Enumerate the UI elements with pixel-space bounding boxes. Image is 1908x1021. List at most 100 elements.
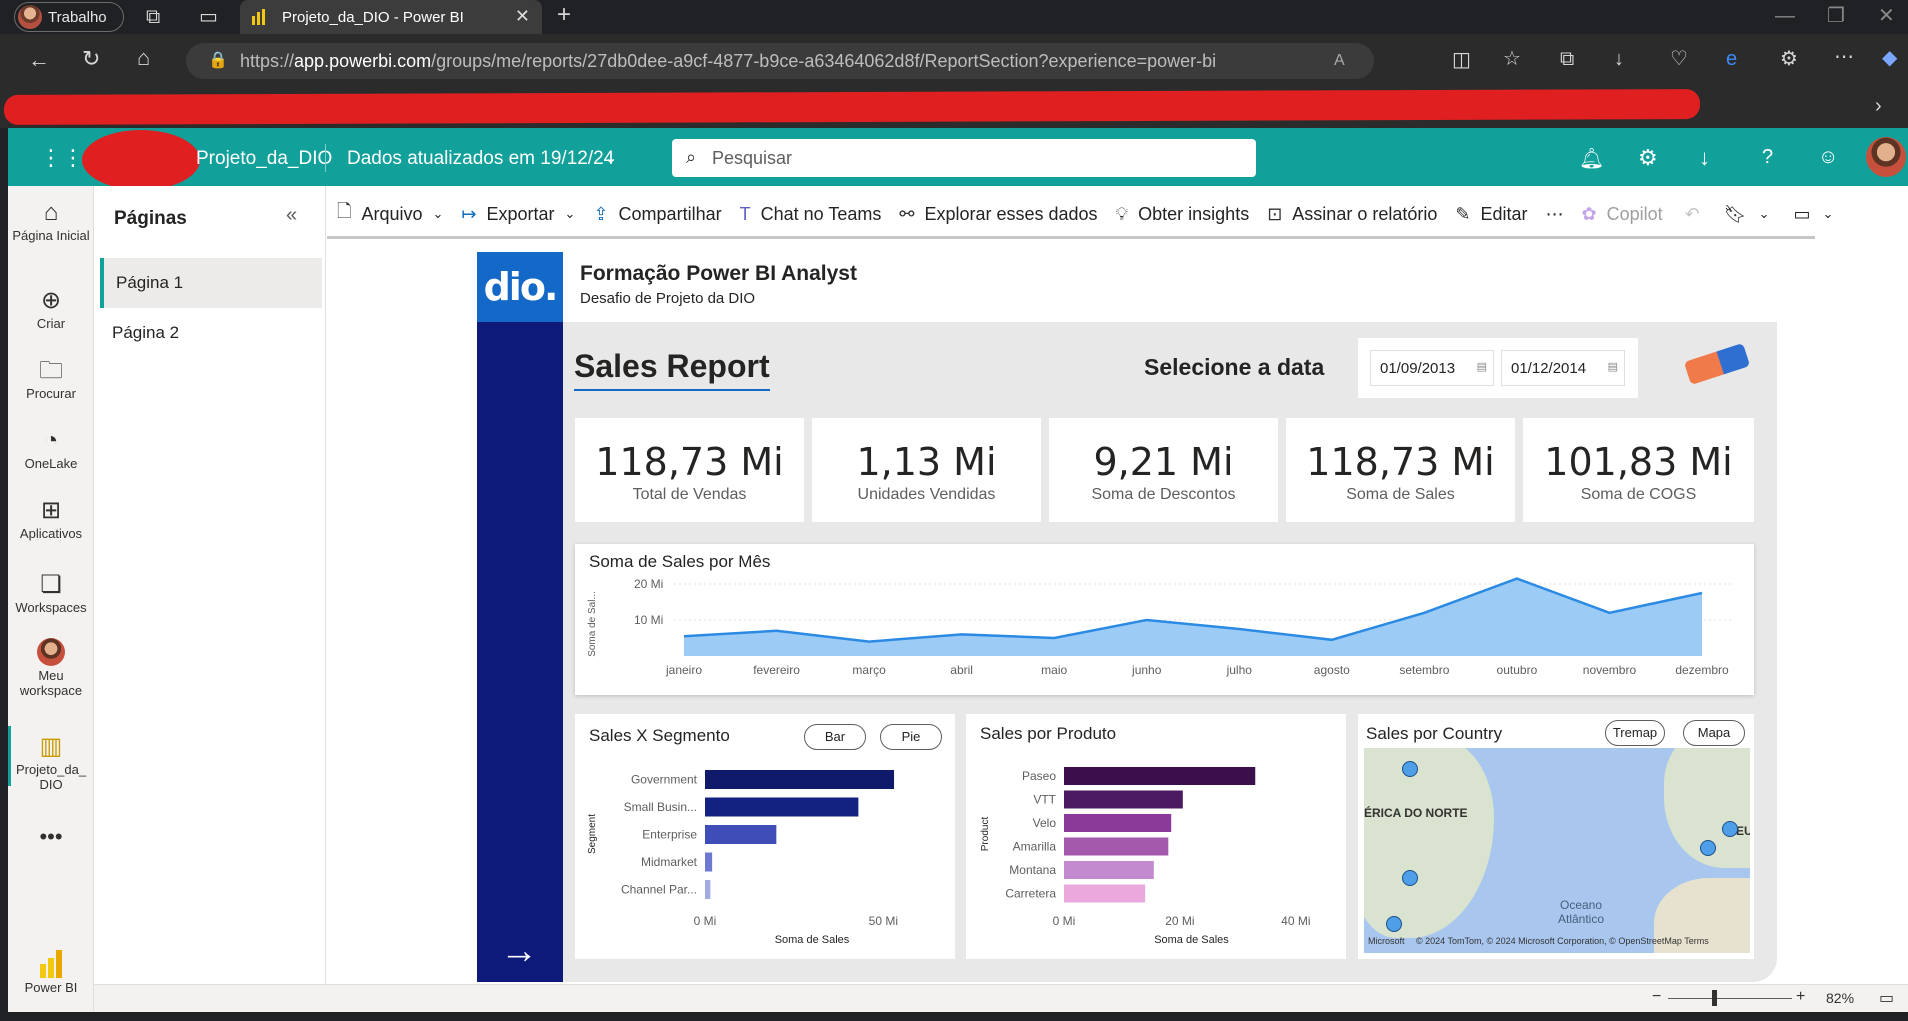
subscribe-icon: ⊡ <box>1267 203 1283 224</box>
map-bubble[interactable] <box>1386 916 1402 932</box>
share-button[interactable]: ⇪ Compartilhar <box>593 204 721 225</box>
x-tick-label: setembro <box>1399 663 1449 677</box>
rail-item-workspaces[interactable]: ❏ Workspaces <box>8 570 94 615</box>
more-icon[interactable]: ⋯ <box>1834 47 1854 67</box>
download-icon[interactable]: ↓ <box>1699 145 1710 171</box>
rail-item-report[interactable]: ▥ Projeto_da_ DIO <box>8 732 94 792</box>
collections-icon[interactable]: ⧉ <box>146 7 160 27</box>
url-prefix: https:// <box>240 50 295 71</box>
close-tab-icon[interactable]: ✕ <box>515 6 530 27</box>
zoom-out-icon[interactable]: − <box>1652 988 1661 1006</box>
edit-button[interactable]: ✎ Editar <box>1455 204 1527 225</box>
split-screen-icon[interactable]: ◫ <box>1452 50 1471 70</box>
workspaces-icon: ❏ <box>40 571 62 598</box>
sales-by-product-chart[interactable]: Sales por Produto Paseo VTT Velo Amarilla Mo… <box>966 714 1346 959</box>
calendar-icon[interactable]: ▤ <box>1608 360 1618 373</box>
fit-page-icon[interactable]: ▭ <box>1879 988 1894 1008</box>
rail-item-home[interactable]: ⌂ Página Inicial <box>8 198 94 243</box>
page-tab-1[interactable]: Página 1 <box>100 258 322 308</box>
bookmark-icon[interactable]: 🔖︎ ⌄ <box>1724 204 1770 225</box>
teams-chat-button[interactable]: T Chat no Teams <box>740 204 882 225</box>
subscribe-button[interactable]: ⊡ Assinar o relatório <box>1267 204 1437 225</box>
calendar-icon[interactable]: ▤ <box>1477 360 1487 373</box>
user-avatar[interactable] <box>1866 137 1906 177</box>
report-name[interactable]: Projeto_da_DIO <box>196 148 332 170</box>
powerbi-icon <box>8 950 94 980</box>
ie-mode-icon[interactable]: e <box>1726 49 1737 69</box>
restore-icon[interactable]: ❐ <box>1827 6 1845 26</box>
help-icon[interactable]: ? <box>1762 146 1773 169</box>
map-bubble[interactable] <box>1402 870 1418 886</box>
feedback-icon[interactable]: ☺ <box>1818 146 1838 169</box>
back-icon[interactable]: ← <box>28 49 50 71</box>
rail-item-my-workspace[interactable]: Meu workspace <box>8 638 94 698</box>
category-label: Amarilla <box>1013 840 1057 854</box>
kpi-card: 1,13 Mi Unidades Vendidas <box>812 418 1041 522</box>
tab-actions-icon[interactable]: ▭ <box>199 7 218 27</box>
rail-item-powerbi[interactable]: Power BI <box>8 950 94 995</box>
rail-more-icon[interactable]: ••• <box>8 824 94 850</box>
active-tab[interactable]: Projeto_da_DIO - Power BI ✕ <box>240 0 542 34</box>
rail-item-browse[interactable]: 🗀 Procurar <box>8 356 94 401</box>
date-from-input[interactable]: 01/09/2013 ▤ <box>1370 350 1494 386</box>
download-icon[interactable]: ↓ <box>1614 49 1624 69</box>
treemap-toggle-button[interactable]: Tremap <box>1605 720 1665 746</box>
sales-by-month-chart[interactable]: Soma de Sales por Mês 20 Mi 10 Mi Soma de … <box>575 544 1754 695</box>
health-icon[interactable]: ♡ <box>1670 49 1688 69</box>
search-input[interactable]: ⌕ Pesquisar <box>672 139 1256 177</box>
new-tab-icon[interactable]: + <box>557 3 571 27</box>
home-icon[interactable]: ⌂ <box>137 47 150 69</box>
refresh-icon[interactable]: ↻ <box>82 48 100 70</box>
explore-data-button[interactable]: ⚯ Explorar esses dados <box>899 204 1097 225</box>
minimize-icon[interactable]: — <box>1775 6 1795 26</box>
favorites-icon[interactable]: ☆ <box>1503 49 1521 69</box>
kpi-value: 9,21 Mi <box>1093 440 1234 484</box>
more-options-icon[interactable]: ⋯ <box>1546 204 1564 225</box>
profile-button[interactable]: Trabalho <box>14 2 124 32</box>
collapse-pane-icon[interactable]: « <box>286 204 297 227</box>
extensions-icon[interactable]: ⚙ <box>1780 49 1798 69</box>
redaction-mark <box>3 89 1701 125</box>
teams-icon: T <box>739 203 751 224</box>
undo-icon[interactable]: ↶ <box>1685 204 1700 225</box>
get-insights-button[interactable]: 💡︎ Obter insights <box>1116 204 1250 225</box>
arrow-right-icon[interactable]: → <box>500 930 538 973</box>
map-bubble[interactable] <box>1700 840 1716 856</box>
file-menu-button[interactable]: 🗋 Arquivo ⌄ <box>337 199 443 229</box>
url-field[interactable]: 🔒 https://app.powerbi.com/groups/me/repo… <box>186 43 1374 79</box>
close-window-icon[interactable]: ✕ <box>1878 6 1895 26</box>
zoom-slider-thumb[interactable] <box>1712 990 1717 1006</box>
x-tick-label: março <box>852 663 886 677</box>
rail-item-onelake[interactable]: ◔ OneLake <box>8 426 94 471</box>
sales-by-segment-chart[interactable]: Sales X Segmento Bar Pie Government Small… <box>575 714 955 959</box>
x-tick-label: agosto <box>1314 663 1350 677</box>
date-to-input[interactable]: 01/12/2014 ▤ <box>1501 350 1625 386</box>
zoom-in-icon[interactable]: + <box>1796 988 1805 1006</box>
notifications-icon[interactable]: 🔔︎ <box>1579 146 1604 171</box>
map-toggle-button[interactable]: Mapa <box>1683 720 1745 746</box>
export-menu-button[interactable]: ↦ Exportar ⌄ <box>461 204 575 225</box>
rail-item-apps[interactable]: ⊞ Aplicativos <box>8 496 94 541</box>
map-bubble[interactable] <box>1722 821 1738 837</box>
collections-add-icon[interactable]: ⧉ <box>1560 49 1574 69</box>
onelake-icon: ◔ <box>43 427 59 454</box>
settings-icon[interactable]: ⚙ <box>1638 145 1658 171</box>
favorites-overflow-icon[interactable]: › <box>1875 96 1882 116</box>
horizontal-scrollbar[interactable] <box>327 236 1815 239</box>
refresh-status[interactable]: Dados atualizados em 19/12/24 <box>347 148 614 170</box>
bar <box>1064 884 1146 903</box>
map-copyright[interactable]: © 2024 TomTom, © 2024 Microsoft Corporat… <box>1416 936 1709 946</box>
map-area[interactable]: ÉRICA DO NORTE EU Oceano Atlântico Micro… <box>1364 748 1750 953</box>
copilot-browser-icon[interactable]: ◆ <box>1882 48 1897 68</box>
view-icon[interactable]: ▭ ⌄ <box>1793 204 1833 225</box>
rail-item-create[interactable]: ⊕ Criar <box>8 286 94 331</box>
read-aloud-icon[interactable]: A <box>1334 51 1345 71</box>
chevron-down-icon[interactable]: ⌄ <box>604 148 617 168</box>
sales-by-country-map[interactable]: Sales por Country Tremap Mapa ÉRICA DO N… <box>1358 714 1754 959</box>
page-tab-2[interactable]: Página 2 <box>100 308 322 358</box>
bookmark-chevron-icon[interactable]: ⌄ <box>1759 206 1770 222</box>
view-chevron-icon[interactable]: ⌄ <box>1823 206 1834 222</box>
map-bubble[interactable] <box>1402 761 1418 777</box>
zoom-slider[interactable] <box>1668 998 1792 999</box>
copilot-button[interactable]: ✿ Copilot <box>1582 204 1663 225</box>
